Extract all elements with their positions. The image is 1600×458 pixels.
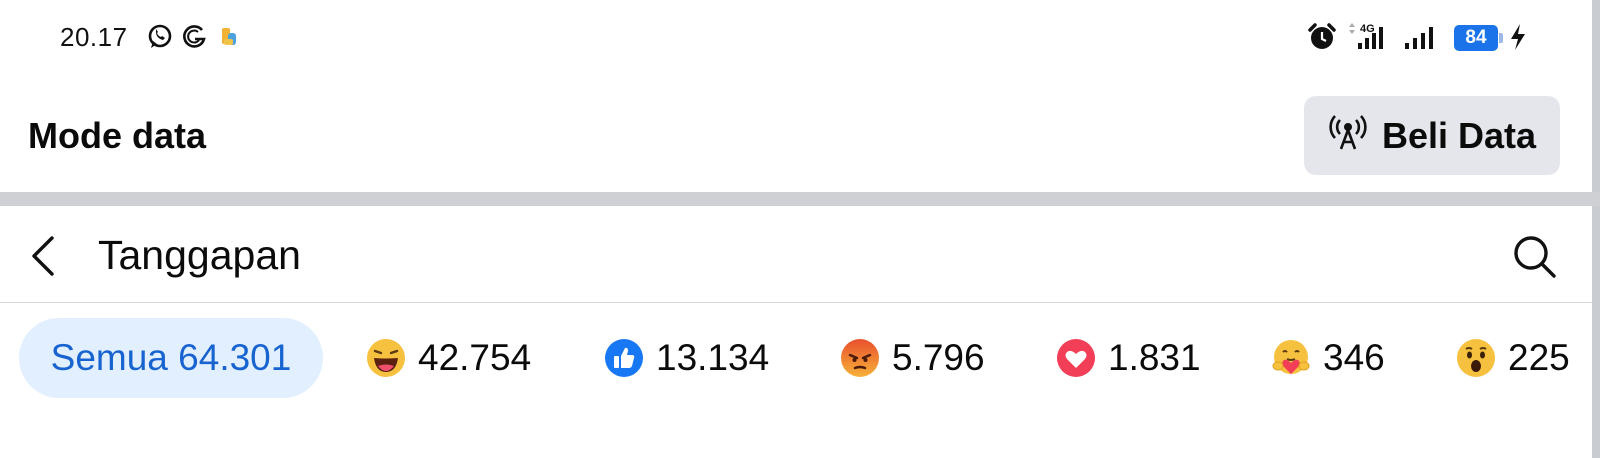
broadcast-icon bbox=[1328, 113, 1368, 158]
signal-4g-icon: 4G bbox=[1346, 22, 1392, 52]
tab-angry-count: 5.796 bbox=[892, 337, 985, 378]
tab-like-count: 13.134 bbox=[656, 337, 770, 378]
charging-icon bbox=[1508, 22, 1528, 52]
angry-reaction-icon bbox=[841, 339, 879, 377]
tab-angry[interactable]: 5.796 bbox=[840, 318, 985, 398]
alarm-icon bbox=[1306, 22, 1338, 52]
whatsapp-icon bbox=[146, 22, 174, 52]
tab-haha[interactable]: 42.754 bbox=[366, 318, 531, 398]
care-reaction-icon bbox=[1272, 340, 1310, 374]
tab-care-count: 346 bbox=[1323, 337, 1385, 378]
tab-all-count: 64.301 bbox=[178, 337, 292, 378]
buy-data-button[interactable]: Beli Data bbox=[1304, 96, 1560, 175]
tab-like[interactable]: 13.134 bbox=[604, 318, 769, 398]
status-bar: 20.17 4G 84 bbox=[0, 0, 1592, 76]
like-reaction-icon bbox=[605, 339, 643, 377]
tab-all[interactable]: Semua 64.301 bbox=[19, 318, 323, 398]
tab-all-label: Semua bbox=[50, 337, 168, 378]
scroll-edge bbox=[1592, 0, 1600, 458]
app-icon bbox=[220, 22, 240, 52]
tab-haha-count: 42.754 bbox=[418, 337, 532, 378]
chevron-left-icon bbox=[32, 236, 54, 276]
signal-icon bbox=[1402, 22, 1442, 52]
tab-love-count: 1.831 bbox=[1108, 337, 1201, 378]
g-icon bbox=[180, 22, 208, 52]
reactions-header: Tanggapan bbox=[0, 206, 1592, 303]
tab-wow-count: 225 bbox=[1508, 337, 1570, 378]
back-button[interactable] bbox=[24, 232, 68, 280]
search-button[interactable] bbox=[1510, 232, 1558, 280]
tab-love[interactable]: 1.831 bbox=[1056, 318, 1201, 398]
status-time: 20.17 bbox=[60, 22, 128, 52]
love-reaction-icon bbox=[1057, 339, 1095, 377]
battery-icon: 84 bbox=[1454, 25, 1498, 51]
data-mode-bar: Mode data Beli Data bbox=[0, 76, 1592, 192]
section-divider bbox=[0, 192, 1600, 206]
tab-care[interactable]: 346 bbox=[1271, 318, 1385, 398]
data-mode-title: Mode data bbox=[28, 115, 207, 156]
wow-reaction-icon bbox=[1457, 339, 1495, 377]
search-icon bbox=[1514, 236, 1556, 278]
haha-reaction-icon bbox=[367, 339, 405, 377]
page-title: Tanggapan bbox=[98, 232, 301, 278]
tab-wow[interactable]: 225 bbox=[1456, 318, 1570, 398]
reaction-tabs: Semua 64.301 42.754 13.134 5.796 1.831 3… bbox=[0, 318, 1592, 400]
battery-nub bbox=[1499, 33, 1503, 43]
buy-data-label: Beli Data bbox=[1381, 114, 1537, 156]
